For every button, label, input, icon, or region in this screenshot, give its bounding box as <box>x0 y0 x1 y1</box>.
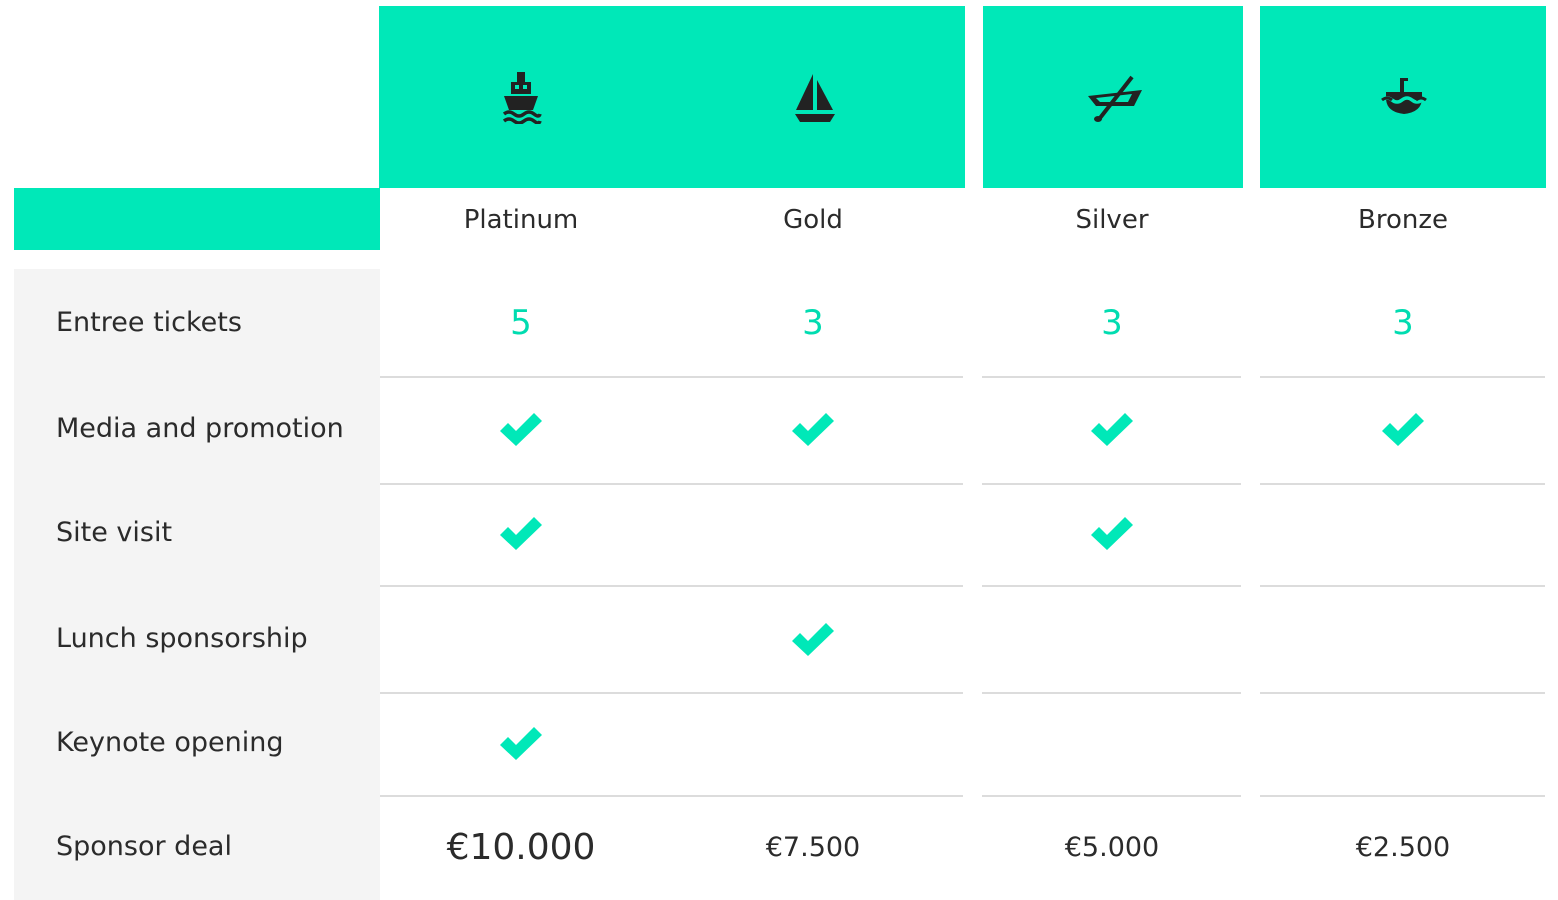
row-divider <box>1260 692 1545 694</box>
entree-tickets-bronze: 3 <box>1392 303 1414 343</box>
sailboat-icon <box>795 74 835 122</box>
row-divider <box>380 483 963 485</box>
row-divider <box>380 795 963 797</box>
sponsor-deal-bronze: €2.500 <box>1355 832 1451 863</box>
tier-name-bronze: Bronze <box>1358 205 1448 235</box>
tier-name-platinum: Platinum <box>463 205 579 235</box>
header-block-left <box>14 188 380 250</box>
entree-tickets-gold: 3 <box>802 303 824 343</box>
entree-tickets-platinum: 5 <box>510 303 532 343</box>
row-label-media-promotion: Media and promotion <box>56 413 344 444</box>
row-divider <box>982 483 1241 485</box>
row-label-panel <box>14 269 380 900</box>
row-divider <box>380 585 963 587</box>
check-icon <box>1382 413 1424 446</box>
row-divider <box>982 795 1241 797</box>
row-divider <box>982 585 1241 587</box>
row-divider <box>1260 483 1545 485</box>
entree-tickets-silver: 3 <box>1101 303 1123 343</box>
row-divider <box>380 376 963 378</box>
check-icon <box>500 413 542 446</box>
header-block-platinum-gold <box>379 6 965 188</box>
row-label-entree-tickets: Entree tickets <box>56 307 242 338</box>
check-icon <box>1091 517 1133 550</box>
tier-name-silver: Silver <box>1075 205 1149 235</box>
row-divider <box>1260 585 1545 587</box>
check-icon <box>792 623 834 656</box>
check-icon <box>792 413 834 446</box>
row-divider <box>1260 376 1545 378</box>
row-label-keynote-opening: Keynote opening <box>56 727 284 758</box>
steamship-icon <box>502 72 542 124</box>
row-divider <box>982 692 1241 694</box>
row-divider <box>380 692 963 694</box>
sponsor-deal-gold: €7.500 <box>765 832 861 863</box>
tier-name-gold: Gold <box>783 205 843 235</box>
check-icon <box>500 727 542 760</box>
row-divider <box>982 376 1241 378</box>
sponsor-deal-silver: €5.000 <box>1064 832 1160 863</box>
rowboat-icon <box>1088 75 1142 122</box>
check-icon <box>1091 413 1133 446</box>
row-label-site-visit: Site visit <box>56 517 173 548</box>
row-label-sponsor-deal: Sponsor deal <box>56 831 232 862</box>
submarine-icon <box>1380 78 1428 114</box>
row-label-lunch-sponsorship: Lunch sponsorship <box>56 623 308 654</box>
row-divider <box>1260 795 1545 797</box>
check-icon <box>500 517 542 550</box>
sponsor-deal-platinum: €10.000 <box>446 827 596 868</box>
